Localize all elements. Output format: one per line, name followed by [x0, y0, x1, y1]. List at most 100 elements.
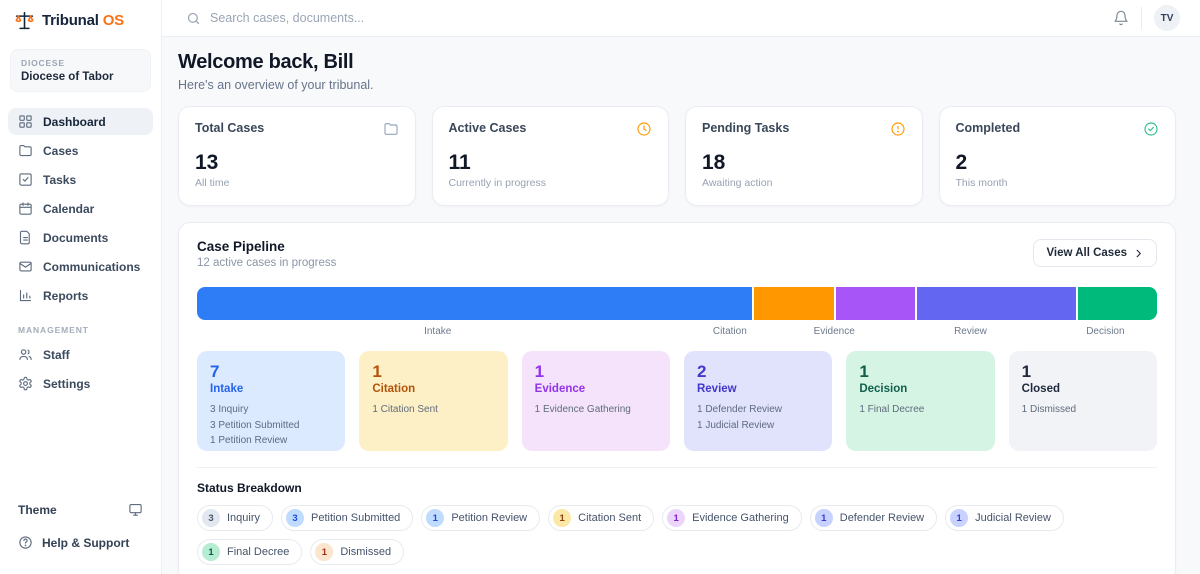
sidebar-item-staff[interactable]: Staff — [8, 341, 153, 368]
sidebar-item-label: Calendar — [43, 202, 94, 216]
status-count: 3 — [202, 509, 220, 527]
pipeline-title: Case Pipeline — [197, 239, 336, 254]
status-count: 1 — [553, 509, 571, 527]
pipeline-segment-review[interactable] — [917, 287, 1076, 320]
management-nav: Staff Settings — [0, 339, 161, 399]
status-label: Inquiry — [227, 512, 260, 524]
stage-line: 1 Final Decree — [859, 402, 981, 418]
status-badge-petition-review[interactable]: 1 Petition Review — [421, 505, 540, 531]
pipeline-segment-decision[interactable] — [1078, 287, 1157, 320]
stat-value: 13 — [195, 151, 399, 175]
view-all-cases-button[interactable]: View All Cases — [1033, 239, 1157, 267]
sidebar-item-label: Dashboard — [43, 115, 106, 129]
search-input[interactable] — [210, 11, 1103, 25]
stat-card-pending-tasks[interactable]: Pending Tasks 18 Awaiting action — [685, 106, 923, 206]
stage-card-closed[interactable]: 1 Closed 1 Dismissed — [1009, 351, 1157, 451]
stat-label: Completed — [956, 121, 1021, 135]
page-title: Welcome back, Bill — [178, 51, 1176, 74]
status-badge-dismissed[interactable]: 1 Dismissed — [310, 539, 404, 565]
dashboard-icon — [18, 114, 33, 129]
case-pipeline-card: Case Pipeline 12 active cases in progres… — [178, 222, 1176, 574]
status-label: Evidence Gathering — [692, 512, 789, 524]
sidebar-item-calendar[interactable]: Calendar — [8, 195, 153, 222]
theme-toggle[interactable]: Theme — [0, 494, 161, 525]
brand-name: Tribunal OS — [42, 12, 124, 29]
status-badge-inquiry[interactable]: 3 Inquiry — [197, 505, 273, 531]
sidebar-nav: Dashboard Cases Tasks Calendar Documents… — [0, 106, 161, 311]
gear-icon — [18, 376, 33, 391]
sidebar-item-tasks[interactable]: Tasks — [8, 166, 153, 193]
segment-label: Decision — [1054, 326, 1157, 337]
segment-label: Citation — [680, 326, 779, 337]
sidebar-item-communications[interactable]: Communications — [8, 253, 153, 280]
stage-count: 2 — [697, 362, 819, 382]
sidebar: Tribunal OS DIOCESE Diocese of Tabor Das… — [0, 0, 162, 574]
status-badge-citation-sent[interactable]: 1 Citation Sent — [548, 505, 654, 531]
pipeline-bar-labels: Intake Citation Evidence Review Decision — [197, 326, 1157, 337]
sidebar-item-label: Communications — [43, 260, 140, 274]
status-label: Petition Review — [451, 512, 527, 524]
diocese-name: Diocese of Tabor — [21, 71, 140, 83]
page-subtitle: Here's an overview of your tribunal. — [178, 78, 1176, 92]
management-section-label: MANAGEMENT — [0, 311, 161, 339]
chevron-right-icon — [1133, 248, 1144, 259]
main-area: TV Welcome back, Bill Here's an overview… — [162, 0, 1200, 574]
calendar-icon — [18, 201, 33, 216]
stage-label: Review — [697, 383, 819, 395]
stat-card-active-cases[interactable]: Active Cases 11 Currently in progress — [432, 106, 670, 206]
stat-sub: All time — [195, 177, 399, 189]
status-badges: 3 Inquiry 3 Petition Submitted 1 Petitio… — [197, 505, 1157, 565]
status-label: Petition Submitted — [311, 512, 400, 524]
help-support-link[interactable]: Help & Support — [0, 525, 161, 560]
pipeline-segment-intake[interactable] — [197, 287, 752, 320]
stage-count: 1 — [372, 362, 494, 382]
stat-label: Active Cases — [449, 121, 527, 135]
stat-card-completed[interactable]: Completed 2 This month — [939, 106, 1177, 206]
sidebar-item-documents[interactable]: Documents — [8, 224, 153, 251]
stage-line: 3 Inquiry — [210, 402, 332, 418]
stage-count: 7 — [210, 362, 332, 382]
sidebar-item-reports[interactable]: Reports — [8, 282, 153, 309]
status-badge-judicial-review[interactable]: 1 Judicial Review — [945, 505, 1064, 531]
sidebar-item-label: Tasks — [43, 173, 76, 187]
status-breakdown-title: Status Breakdown — [197, 481, 1157, 495]
status-count: 1 — [202, 543, 220, 561]
sidebar-item-cases[interactable]: Cases — [8, 137, 153, 164]
stage-card-review[interactable]: 2 Review 1 Defender Review 1 Judicial Re… — [684, 351, 832, 451]
stat-card-total-cases[interactable]: Total Cases 13 All time — [178, 106, 416, 206]
stage-card-evidence[interactable]: 1 Evidence 1 Evidence Gathering — [522, 351, 670, 451]
stage-line: 1 Petition Review — [210, 433, 332, 449]
sidebar-item-label: Reports — [43, 289, 88, 303]
stat-label: Total Cases — [195, 121, 264, 135]
status-badge-petition-submitted[interactable]: 3 Petition Submitted — [281, 505, 413, 531]
status-badge-final-decree[interactable]: 1 Final Decree — [197, 539, 302, 565]
avatar[interactable]: TV — [1154, 5, 1180, 31]
check-circle-icon — [1143, 121, 1159, 137]
notifications-bell-icon[interactable] — [1113, 10, 1129, 26]
status-count: 1 — [315, 543, 333, 561]
status-badge-evidence-gathering[interactable]: 1 Evidence Gathering — [662, 505, 802, 531]
stat-sub: This month — [956, 177, 1160, 189]
stage-label: Citation — [372, 383, 494, 395]
bar-chart-icon — [18, 288, 33, 303]
status-badge-defender-review[interactable]: 1 Defender Review — [810, 505, 937, 531]
status-count: 1 — [950, 509, 968, 527]
pipeline-segment-evidence[interactable] — [836, 287, 915, 320]
sidebar-item-dashboard[interactable]: Dashboard — [8, 108, 153, 135]
stage-card-decision[interactable]: 1 Decision 1 Final Decree — [846, 351, 994, 451]
stage-card-intake[interactable]: 7 Intake 3 Inquiry 3 Petition Submitted … — [197, 351, 345, 451]
stage-card-citation[interactable]: 1 Citation 1 Citation Sent — [359, 351, 507, 451]
status-count: 3 — [286, 509, 304, 527]
stage-count: 1 — [859, 362, 981, 382]
stat-sub: Currently in progress — [449, 177, 653, 189]
help-label: Help & Support — [42, 536, 129, 550]
status-count: 1 — [426, 509, 444, 527]
folder-icon — [18, 143, 33, 158]
stage-line: 1 Judicial Review — [697, 418, 819, 434]
segment-label: Evidence — [781, 326, 887, 337]
pipeline-segment-citation[interactable] — [754, 287, 833, 320]
sidebar-item-settings[interactable]: Settings — [8, 370, 153, 397]
brand-logo[interactable]: Tribunal OS — [0, 0, 161, 39]
stat-value: 11 — [449, 151, 653, 175]
pipeline-bar — [197, 287, 1157, 320]
